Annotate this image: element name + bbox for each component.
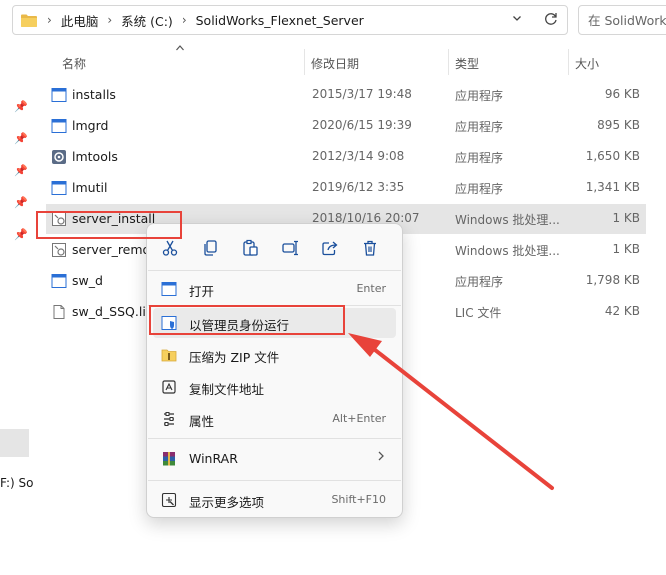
annotation-arrow-icon — [348, 333, 554, 490]
